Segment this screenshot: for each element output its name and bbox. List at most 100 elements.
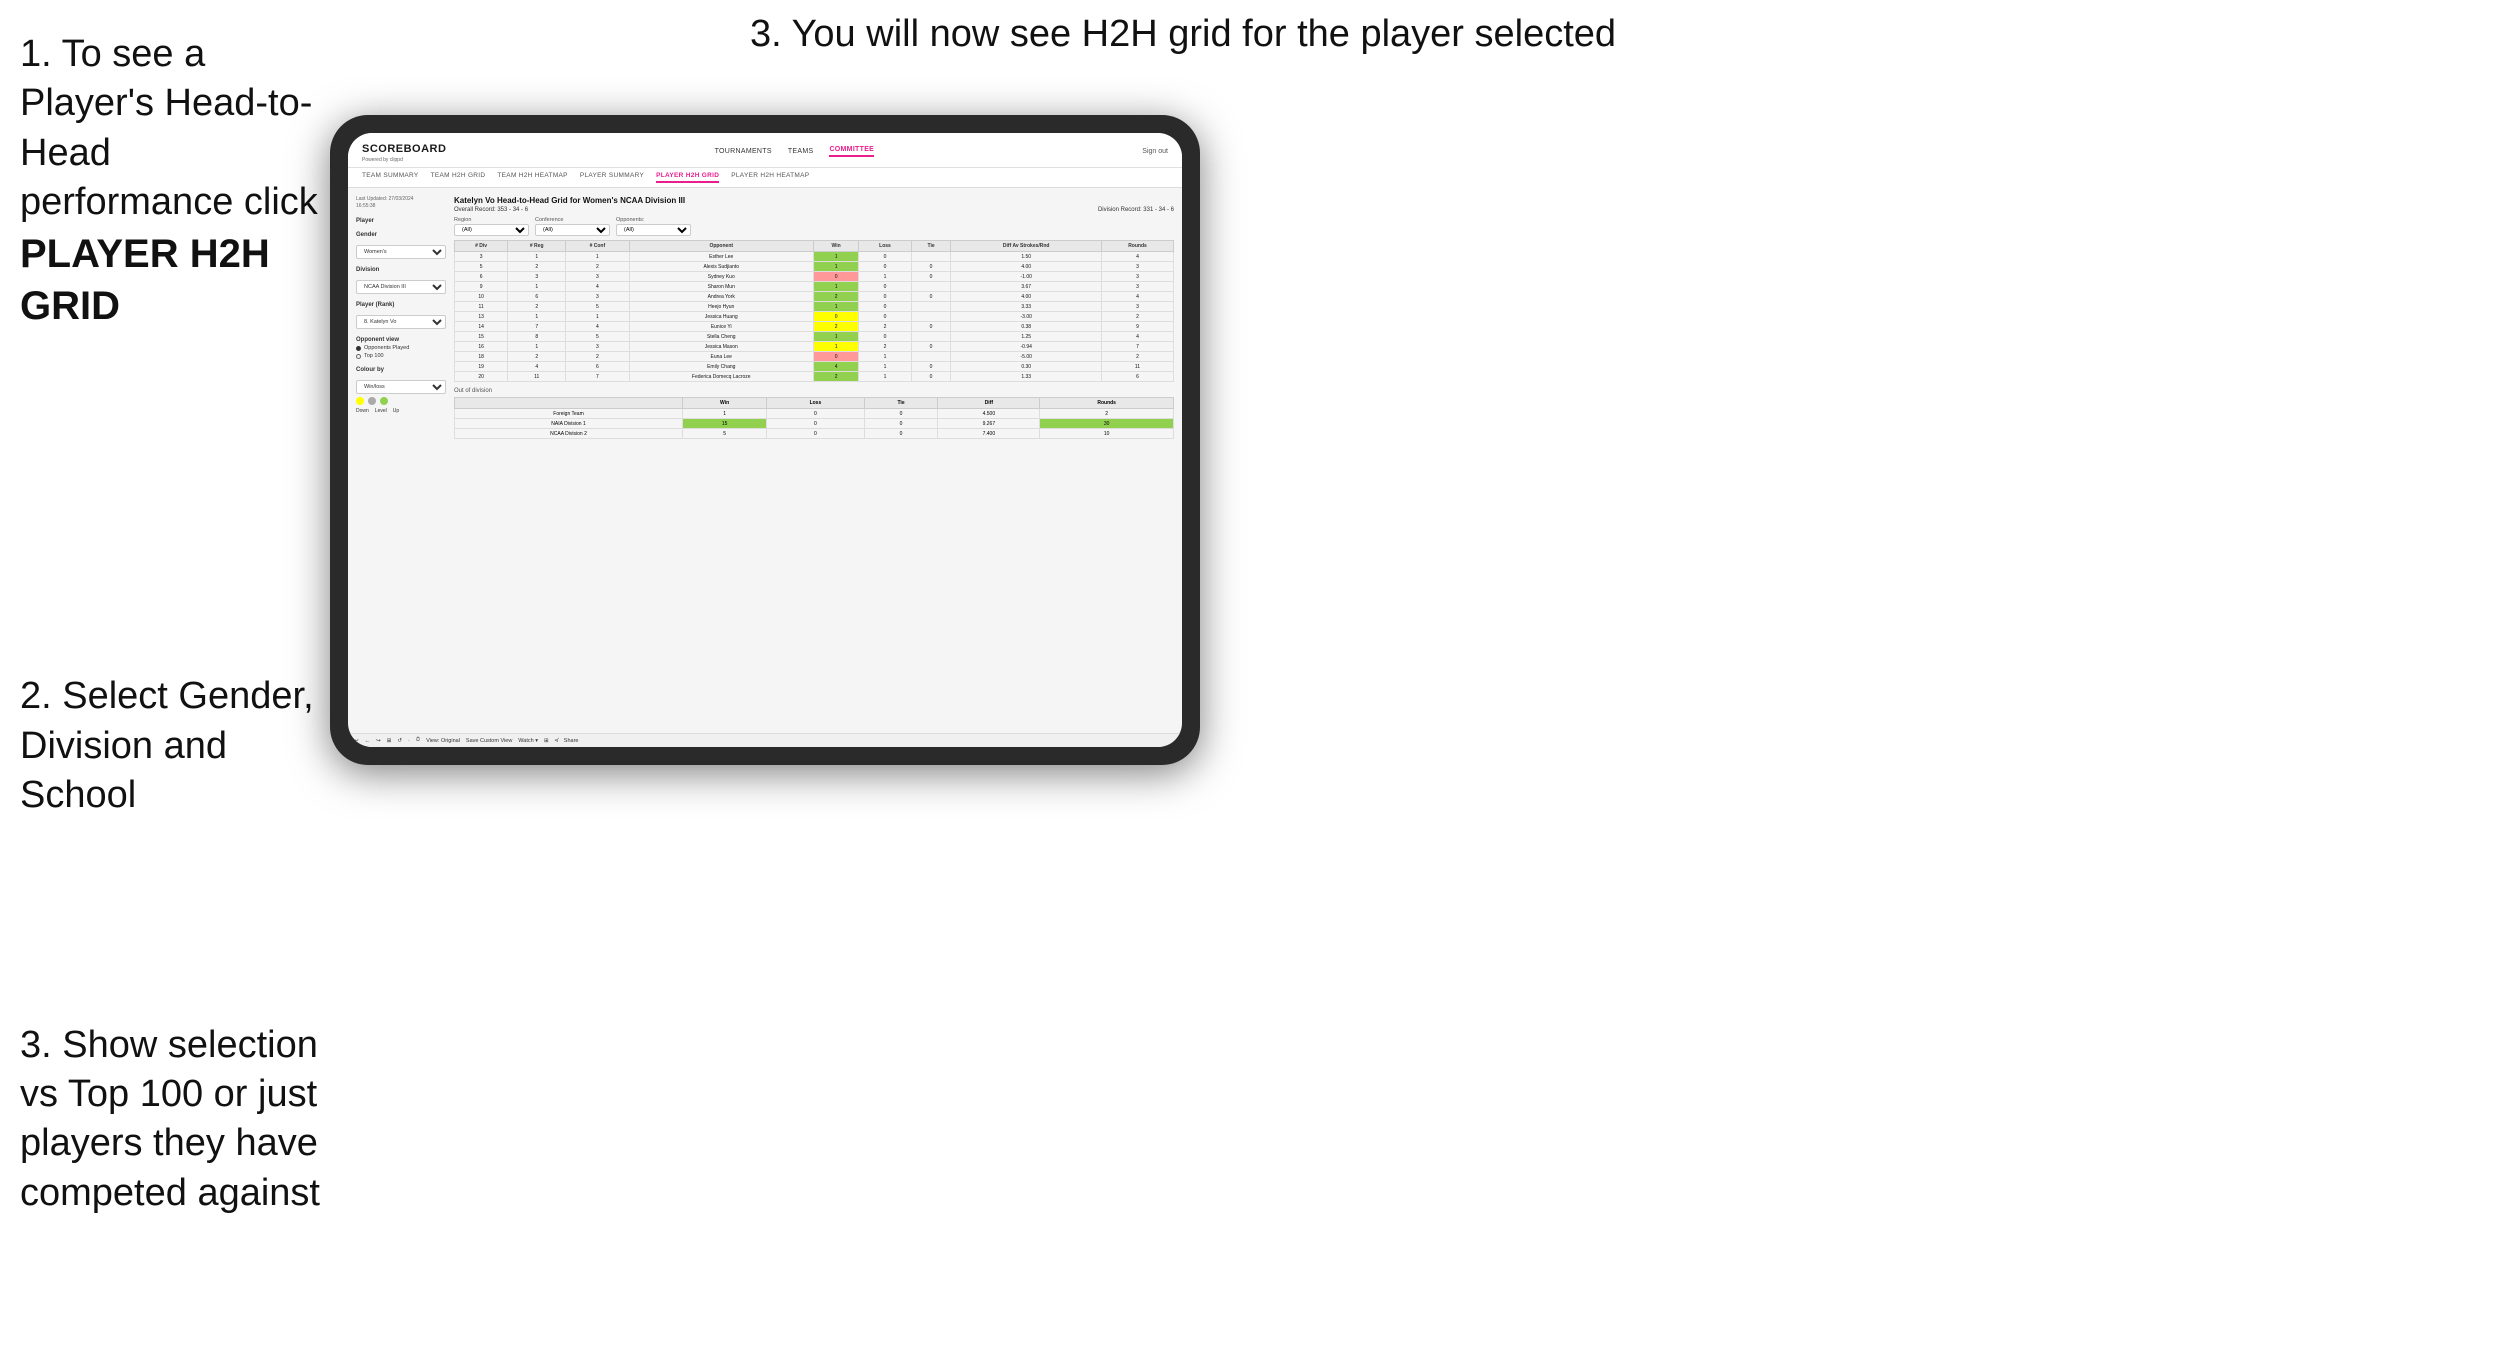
dot-level bbox=[368, 397, 376, 405]
sub-nav: TEAM SUMMARY TEAM H2H GRID TEAM H2H HEAT… bbox=[348, 168, 1182, 188]
gender-label: Gender bbox=[356, 232, 446, 238]
grid-record: Overall Record: 353 - 34 - 6 Division Re… bbox=[454, 207, 1174, 213]
subnav-player-h2h-grid[interactable]: PLAYER H2H GRID bbox=[656, 172, 719, 183]
out-col-tie: Tie bbox=[864, 398, 938, 409]
instruction-2: 2. Select Gender, Division and School bbox=[20, 672, 320, 820]
last-updated: Last Updated: 27/03/2024 16:55:38 bbox=[356, 196, 446, 210]
col-conf: # Conf bbox=[566, 241, 629, 252]
filter-conference-group: Conference (All) bbox=[535, 217, 610, 236]
col-rounds: Rounds bbox=[1101, 241, 1173, 252]
table-row: 6 3 3 Sydney Kuo 0 1 0 -1.00 3 bbox=[455, 272, 1174, 282]
table-row: 3 1 1 Esther Lee 1 0 1.50 4 bbox=[455, 252, 1174, 262]
out-of-division-title: Out of division bbox=[454, 388, 1174, 394]
out-table: Win Loss Tie Diff Rounds Foreign Team 1 … bbox=[454, 397, 1174, 439]
toolbar-watch[interactable]: Watch ▾ bbox=[518, 738, 538, 744]
overall-record: Overall Record: 353 - 34 - 6 bbox=[454, 207, 528, 213]
toolbar-share[interactable]: Share bbox=[564, 738, 579, 744]
filter-region-select[interactable]: (All) bbox=[454, 224, 529, 236]
instruction-3-left: 3. Show selection vs Top 100 or just pla… bbox=[20, 1021, 320, 1219]
col-loss: Loss bbox=[859, 241, 911, 252]
subnav-team-summary[interactable]: TEAM SUMMARY bbox=[362, 172, 419, 183]
colour-legend: Down Level Up bbox=[356, 408, 446, 414]
table-row: 19 4 6 Emily Chang 4 1 0 0.30 11 bbox=[455, 362, 1174, 372]
toolbar: ↩ ← ↪ ⊞ ↺ · ⏱ View: Original Save Custom… bbox=[348, 733, 1182, 747]
toolbar-grid2[interactable]: ⊞ bbox=[544, 738, 549, 744]
table-row: 15 8 5 Stella Cheng 1 0 1.25 4 bbox=[455, 332, 1174, 342]
left-panel: Last Updated: 27/03/2024 16:55:38 Player… bbox=[356, 196, 446, 744]
opponent-view-label: Opponent view bbox=[356, 337, 446, 343]
toolbar-timer[interactable]: ⏱ bbox=[416, 737, 420, 744]
col-div: # Div bbox=[455, 241, 508, 252]
tablet-screen: SCOREBOARD Powered by clippd TOURNAMENTS… bbox=[348, 133, 1182, 747]
sign-out[interactable]: Sign out bbox=[1142, 148, 1168, 155]
player-label: Player bbox=[356, 218, 446, 224]
gender-section: Gender Women's Men's bbox=[356, 232, 446, 259]
player-rank-section: Player (Rank) 8. Katelyn Vo bbox=[356, 302, 446, 329]
logo-text: SCOREBOARD bbox=[362, 143, 446, 155]
table-row: 14 7 4 Eunice Yi 2 2 0 0.38 9 bbox=[455, 322, 1174, 332]
gender-select[interactable]: Women's Men's bbox=[356, 245, 446, 259]
logo-sub: Powered by clippd bbox=[362, 157, 446, 163]
nav-links: TOURNAMENTS TEAMS COMMITTEE bbox=[715, 146, 875, 157]
logo-area: SCOREBOARD Powered by clippd bbox=[362, 139, 446, 163]
division-label: Division bbox=[356, 267, 446, 273]
nav-committee[interactable]: COMMITTEE bbox=[829, 146, 874, 157]
table-row: 20 11 7 Federica Domecq Lacroze 2 1 0 1.… bbox=[455, 372, 1174, 382]
grid-title: Katelyn Vo Head-to-Head Grid for Women's… bbox=[454, 196, 1174, 205]
toolbar-view-original[interactable]: View: Original bbox=[426, 738, 460, 744]
filter-opponent-label: Opponents: bbox=[616, 217, 691, 223]
main-table: # Div # Reg # Conf Opponent Win Loss Tie… bbox=[454, 240, 1174, 382]
division-section: Division NCAA Division III NCAA Division… bbox=[356, 267, 446, 294]
nav-top: SCOREBOARD Powered by clippd TOURNAMENTS… bbox=[362, 139, 1168, 163]
col-tie: Tie bbox=[911, 241, 951, 252]
toolbar-grid[interactable]: ⊞ bbox=[387, 738, 392, 744]
table-row: 11 2 5 Heejo Hyun 1 0 3.33 3 bbox=[455, 302, 1174, 312]
table-row: 9 1 4 Sharon Mun 1 0 3.67 3 bbox=[455, 282, 1174, 292]
col-reg: # Reg bbox=[508, 241, 566, 252]
toolbar-redo[interactable]: ↪ bbox=[376, 738, 381, 744]
toolbar-undo[interactable]: ↩ bbox=[354, 738, 359, 744]
col-diff: Diff Av Strokes/Rnd bbox=[951, 241, 1102, 252]
table-row: 5 2 2 Alexis Sudjianto 1 0 0 4.00 3 bbox=[455, 262, 1174, 272]
radio-opponents-played[interactable]: Opponents Played bbox=[356, 345, 446, 351]
division-select[interactable]: NCAA Division III NCAA Division I NCAA D… bbox=[356, 280, 446, 294]
instruction-3-right: 3. You will now see H2H grid for the pla… bbox=[750, 10, 1616, 59]
instruction-1: 1. To see a Player's Head-to-Head perfor… bbox=[20, 30, 320, 332]
filter-opponent-select[interactable]: (All) bbox=[616, 224, 691, 236]
subnav-player-summary[interactable]: PLAYER SUMMARY bbox=[580, 172, 644, 183]
subnav-team-h2h-heatmap[interactable]: TEAM H2H HEATMAP bbox=[497, 172, 567, 183]
colour-dots bbox=[356, 397, 446, 405]
player-rank-label: Player (Rank) bbox=[356, 302, 446, 308]
out-table-row: NCAA Division 2 5 0 0 7.400 10 bbox=[455, 429, 1174, 439]
tablet-frame: SCOREBOARD Powered by clippd TOURNAMENTS… bbox=[330, 115, 1200, 765]
player-section: Player bbox=[356, 218, 446, 224]
subnav-player-h2h-heatmap[interactable]: PLAYER H2H HEATMAP bbox=[731, 172, 809, 183]
filter-conference-label: Conference bbox=[535, 217, 610, 223]
toolbar-refresh[interactable]: ↺ bbox=[397, 738, 402, 744]
toolbar-dot: · bbox=[408, 738, 410, 744]
filter-region-label: Region bbox=[454, 217, 529, 223]
toolbar-arrow[interactable]: ≮ bbox=[555, 738, 558, 744]
colour-by-label: Colour by bbox=[356, 367, 446, 373]
col-win: Win bbox=[813, 241, 858, 252]
dot-down bbox=[356, 397, 364, 405]
toolbar-back[interactable]: ← bbox=[365, 738, 371, 744]
nav-teams[interactable]: TEAMS bbox=[788, 148, 814, 155]
out-col-loss: Loss bbox=[767, 398, 864, 409]
radio-top100[interactable]: Top 100 bbox=[356, 353, 446, 359]
nav-bar: SCOREBOARD Powered by clippd TOURNAMENTS… bbox=[348, 133, 1182, 168]
colour-by-select[interactable]: Win/loss bbox=[356, 380, 446, 394]
col-opponent: Opponent bbox=[629, 241, 813, 252]
subnav-team-h2h-grid[interactable]: TEAM H2H GRID bbox=[431, 172, 486, 183]
colour-by-section: Colour by Win/loss Down Level Up bbox=[356, 367, 446, 414]
out-table-row: NAIA Division 1 15 0 0 9.267 30 bbox=[455, 419, 1174, 429]
out-table-row: Foreign Team 1 0 0 4.500 2 bbox=[455, 409, 1174, 419]
filter-opponent-group: Opponents: (All) bbox=[616, 217, 691, 236]
filter-conference-select[interactable]: (All) bbox=[535, 224, 610, 236]
toolbar-save-custom[interactable]: Save Custom View bbox=[466, 738, 512, 744]
nav-tournaments[interactable]: TOURNAMENTS bbox=[715, 148, 772, 155]
division-record: Division Record: 331 - 34 - 6 bbox=[1098, 207, 1174, 213]
table-row: 16 1 3 Jessica Mason 1 2 0 -0.94 7 bbox=[455, 342, 1174, 352]
player-rank-select[interactable]: 8. Katelyn Vo bbox=[356, 315, 446, 329]
out-col-rounds: Rounds bbox=[1040, 398, 1174, 409]
